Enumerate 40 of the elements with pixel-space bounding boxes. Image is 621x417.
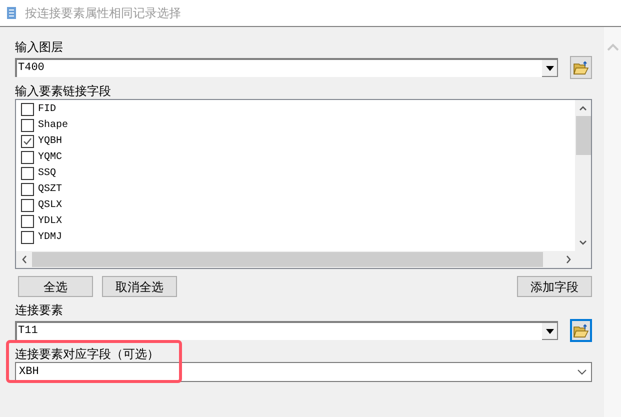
vertical-scrollbar[interactable] — [575, 100, 591, 251]
field-name: YQBH — [38, 134, 62, 148]
field-name: QSLX — [38, 198, 62, 212]
folder-icon — [573, 324, 589, 338]
scroll-thumb[interactable] — [32, 252, 543, 267]
chevron-down-icon — [577, 369, 587, 375]
field-name: QSZT — [38, 182, 62, 196]
checkbox[interactable] — [21, 134, 34, 148]
field-name: SSQ — [38, 166, 56, 180]
scroll-thumb[interactable] — [576, 116, 590, 155]
app-icon — [5, 6, 19, 20]
checkbox[interactable] — [21, 182, 34, 196]
field-label: 连接要素对应字段（可选） — [15, 346, 160, 362]
select-all-button[interactable]: 全选 — [18, 276, 93, 297]
checkbox[interactable] — [21, 102, 34, 116]
field-label: 连接要素 — [15, 302, 64, 318]
layer-dropdown[interactable]: T11 — [15, 321, 558, 340]
checkbox[interactable] — [21, 214, 34, 228]
layer-dropdown[interactable]: T400 — [15, 58, 558, 77]
window-title: 按连接要素属性相同记录选择 — [25, 5, 181, 22]
checkbox[interactable] — [21, 166, 34, 180]
checkbox[interactable] — [21, 118, 34, 132]
checkbox[interactable] — [21, 150, 34, 164]
field-name: YQMC — [38, 150, 62, 164]
clear-all-button[interactable]: 取消全选 — [102, 276, 177, 297]
folder-icon — [573, 60, 589, 74]
side-scrollbar[interactable] — [604, 27, 621, 417]
field-name: Shape — [38, 118, 68, 132]
horizontal-scrollbar[interactable] — [16, 251, 591, 268]
add-field-button[interactable]: 添加字段 — [517, 276, 592, 297]
checkbox[interactable] — [21, 230, 34, 244]
open-folder-button[interactable] — [570, 56, 592, 79]
field-label: 输入图层 — [15, 39, 64, 55]
open-folder-button[interactable] — [570, 319, 592, 342]
field-dropdown[interactable]: XBH — [15, 362, 592, 382]
field-label: 输入要素链接字段 — [15, 83, 112, 99]
field-name: YDMJ — [38, 230, 62, 244]
field-name: FID — [38, 102, 56, 116]
field-name: YDLX — [38, 214, 62, 228]
checkbox[interactable] — [21, 198, 34, 212]
